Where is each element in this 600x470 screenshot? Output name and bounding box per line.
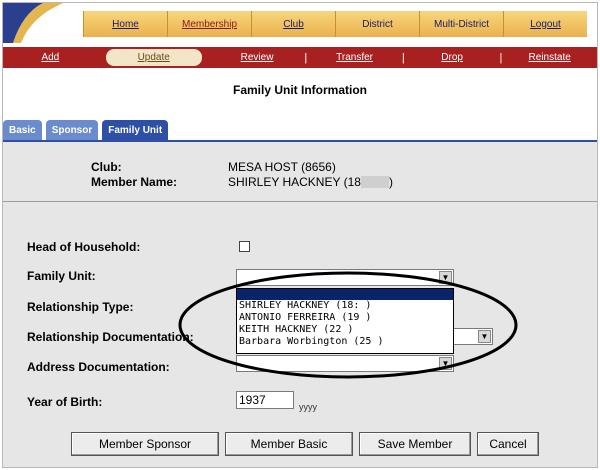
dropdown-option[interactable]: Barbara Worbington (25 ): [237, 336, 453, 348]
year-of-birth-label: Year of Birth:: [27, 395, 103, 409]
family-unit-select[interactable]: ▼: [236, 269, 454, 286]
tab-family-unit[interactable]: Family Unit: [102, 120, 169, 140]
nav-club[interactable]: Club: [251, 11, 335, 37]
page-title: Family Unit Information: [232, 83, 367, 97]
member-sponsor-button[interactable]: Member Sponsor: [71, 432, 219, 456]
redacted-block: [360, 176, 389, 188]
chevron-down-icon[interactable]: ▼: [439, 271, 452, 284]
member-name-suffix: ): [388, 175, 393, 189]
nav-membership[interactable]: Membership: [167, 11, 251, 37]
subnav-drop[interactable]: Drop: [405, 52, 500, 63]
dropdown-highlight-row[interactable]: [237, 289, 453, 300]
relationship-documentation-label: Relationship Documentation:: [27, 330, 194, 344]
head-of-household-label: Head of Household:: [27, 240, 141, 254]
logo-swoosh: [3, 3, 63, 43]
chevron-down-icon[interactable]: ▼: [439, 357, 452, 370]
member-name-value: SHIRLEY HACKNEY (18): [228, 175, 393, 189]
member-name-text: SHIRLEY HACKNEY (18: [228, 175, 361, 189]
year-format-hint: yyyy: [299, 402, 317, 412]
subnav-review[interactable]: Review: [210, 52, 305, 63]
tab-bar: Basic Sponsor Family Unit: [3, 120, 172, 140]
nav-logout[interactable]: Logout: [503, 11, 587, 37]
subnav-reinstate[interactable]: Reinstate: [502, 52, 597, 63]
dropdown-option[interactable]: KEITH HACKNEY (22 ): [237, 324, 453, 336]
club-label: Club:: [91, 160, 122, 174]
sub-nav: Add Update Review | Transfer | Drop | Re…: [3, 47, 597, 68]
nav-district[interactable]: District: [335, 11, 419, 37]
member-name-label: Member Name:: [91, 175, 178, 189]
relationship-type-label: Relationship Type:: [27, 300, 134, 314]
subnav-update[interactable]: Update: [105, 49, 202, 66]
tab-basic[interactable]: Basic: [3, 120, 42, 140]
nav-multi-district[interactable]: Multi-District: [419, 11, 503, 37]
address-documentation-select[interactable]: ▼: [236, 355, 454, 372]
tab-sponsor[interactable]: Sponsor: [45, 120, 99, 140]
chevron-down-icon[interactable]: ▼: [478, 330, 491, 343]
section-divider: [3, 201, 597, 202]
family-unit-dropdown-list: SHIRLEY HACKNEY (18: ) ANTONIO FERREIRA …: [236, 288, 454, 354]
family-unit-label: Family Unit:: [27, 269, 96, 283]
subnav-add[interactable]: Add: [3, 52, 98, 63]
subnav-transfer[interactable]: Transfer: [307, 52, 402, 63]
cancel-button[interactable]: Cancel: [477, 432, 539, 456]
dropdown-option[interactable]: SHIRLEY HACKNEY (18: ): [237, 300, 453, 312]
year-of-birth-input[interactable]: 1937: [236, 391, 294, 409]
top-nav: Home Membership Club District Multi-Dist…: [3, 3, 597, 43]
nav-home[interactable]: Home: [83, 11, 167, 37]
head-of-household-checkbox[interactable]: [239, 241, 250, 252]
address-documentation-label: Address Documentation:: [27, 360, 170, 374]
club-value: MESA HOST (8656): [228, 160, 336, 174]
member-basic-button[interactable]: Member Basic: [225, 432, 353, 456]
save-member-button[interactable]: Save Member: [359, 432, 471, 456]
browser-page: Home Membership Club District Multi-Dist…: [2, 2, 598, 468]
dropdown-option[interactable]: ANTONIO FERREIRA (19 ): [237, 312, 453, 324]
